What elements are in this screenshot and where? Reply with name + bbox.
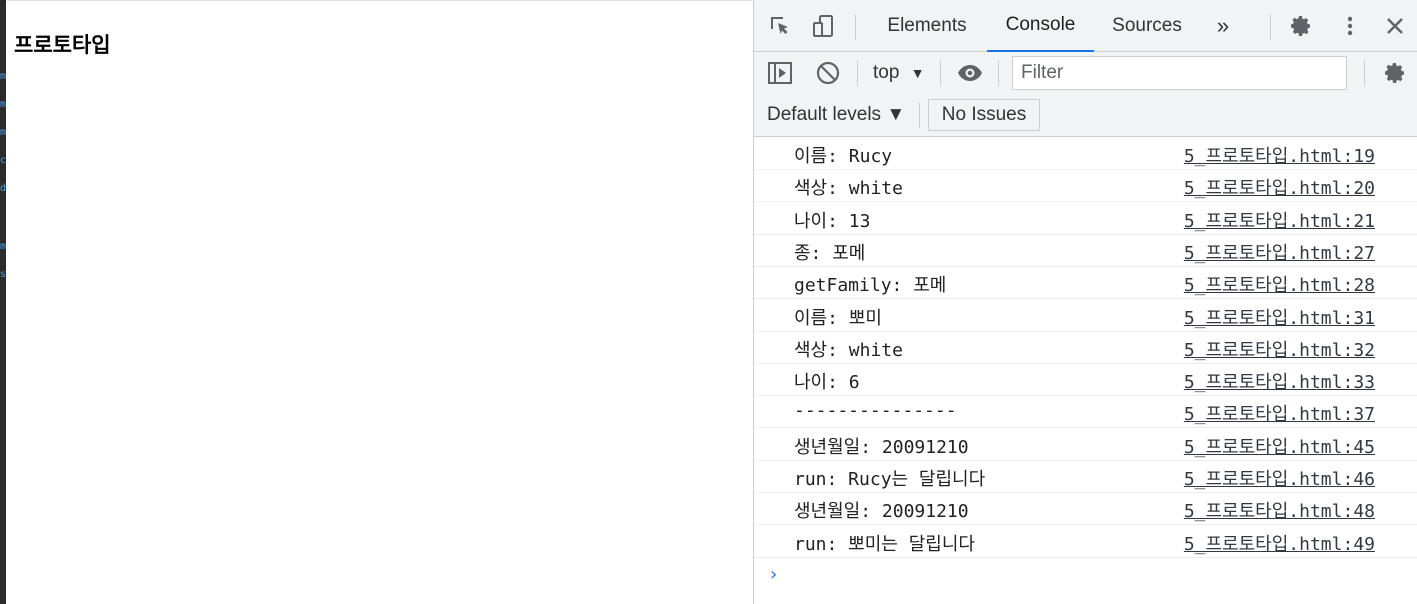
toolbar-separator <box>1270 14 1271 40</box>
page-viewport: 프로토타입 <box>6 0 753 604</box>
settings-gear-icon[interactable] <box>1287 12 1315 40</box>
editor-sliver-glyph: s <box>0 269 6 280</box>
console-message-row: 이름: 뽀미 5_프로토타입.html:31 <box>754 300 1417 332</box>
console-message-row: run: Rucy는 달립니다 5_프로토타입.html:46 <box>754 461 1417 493</box>
console-message-text: 색상: white <box>794 339 903 361</box>
console-message-row: run: 뽀미는 달립니다 5_프로토타입.html:49 <box>754 526 1417 558</box>
console-message-text: run: Rucy는 달립니다 <box>794 469 986 490</box>
console-message-row: 생년월일: 20091210 5_프로토타입.html:45 <box>754 429 1417 461</box>
console-message-text: 종: 포메 <box>794 242 866 264</box>
console-message-text: 나이: 13 <box>794 210 871 232</box>
console-prompt-icon[interactable]: › <box>768 564 779 585</box>
editor-sliver-glyph: m <box>0 127 6 138</box>
page-heading: 프로토타입 <box>14 33 111 57</box>
console-message-row: 색상: white 5_프로토타입.html:20 <box>754 170 1417 203</box>
device-toolbar-icon[interactable] <box>810 12 838 40</box>
more-options-icon[interactable] <box>1336 12 1364 40</box>
console-source-link[interactable]: 5_프로토타입.html:32 <box>1184 336 1375 362</box>
console-message-text: 생년월일: 20091210 <box>794 501 969 523</box>
toolbar-separator <box>998 60 999 86</box>
console-source-link[interactable]: 5_프로토타입.html:27 <box>1184 239 1375 265</box>
console-message-row: --------------- 5_프로토타입.html:37 <box>754 396 1417 429</box>
console-message-text: 생년월일: 20091210 <box>794 436 969 458</box>
live-expression-eye-icon[interactable] <box>956 59 984 87</box>
tab-console[interactable]: Console <box>987 0 1094 52</box>
console-source-link[interactable]: 5_프로토타입.html:28 <box>1184 271 1375 297</box>
console-message-row: 색상: white 5_프로토타입.html:32 <box>754 332 1417 364</box>
clear-console-icon[interactable] <box>814 59 842 87</box>
console-message-row: 생년월일: 20091210 5_프로토타입.html:48 <box>754 493 1417 526</box>
close-icon[interactable] <box>1381 12 1409 40</box>
inspect-element-icon[interactable] <box>766 12 794 40</box>
context-selector[interactable]: top ▼ <box>873 62 925 84</box>
issues-button[interactable]: No Issues <box>928 99 1040 131</box>
console-source-link[interactable]: 5_프로토타입.html:21 <box>1184 207 1375 233</box>
editor-sliver-glyph: m <box>0 99 6 110</box>
toolbar-separator <box>1364 60 1365 86</box>
console-message-text: 이름: Rucy <box>794 146 893 167</box>
default-levels-dropdown[interactable]: Default levels ▼ <box>767 104 905 126</box>
console-source-link[interactable]: 5_프로토타입.html:45 <box>1184 433 1375 459</box>
editor-sliver-glyph: m <box>0 71 6 82</box>
console-source-link[interactable]: 5_프로토타입.html:48 <box>1184 497 1375 523</box>
console-source-link[interactable]: 5_프로토타입.html:49 <box>1184 530 1375 556</box>
filter-input[interactable]: Filter <box>1012 56 1347 90</box>
console-settings-gear-icon[interactable] <box>1381 59 1409 87</box>
tab-elements[interactable]: Elements <box>872 0 982 52</box>
console-source-link[interactable]: 5_프로토타입.html:37 <box>1184 400 1375 426</box>
context-selector-value: top <box>873 62 900 83</box>
console-source-link[interactable]: 5_프로토타입.html:33 <box>1184 368 1375 394</box>
devtools-tabbar: Elements Console Sources » <box>754 0 1417 52</box>
console-source-link[interactable]: 5_프로토타입.html:19 <box>1184 142 1375 168</box>
more-tabs-button[interactable]: » <box>1208 0 1238 52</box>
console-message-text: 이름: 뽀미 <box>794 307 882 329</box>
toolbar-separator <box>857 60 858 86</box>
console-message-text: run: 뽀미는 달립니다 <box>794 533 975 555</box>
editor-sliver-glyph: d <box>0 183 6 194</box>
chevron-down-icon: ▼ <box>910 65 925 81</box>
console-message-text: 나이: 6 <box>794 372 860 394</box>
show-sidebar-icon[interactable] <box>766 59 794 87</box>
console-message-row: 이름: Rucy 5_프로토타입.html:19 <box>754 138 1417 170</box>
console-message-row: getFamily: 포메 5_프로토타입.html:28 <box>754 267 1417 300</box>
console-message-row: 나이: 6 5_프로토타입.html:33 <box>754 364 1417 397</box>
console-levels-bar: Default levels ▼ <box>754 94 1417 137</box>
console-source-link[interactable]: 5_프로토타입.html:20 <box>1184 174 1375 200</box>
console-output: › 이름: Rucy 5_프로토타입.html:19 색상: white 5_프로토타… <box>754 138 1417 604</box>
toolbar-separator <box>919 102 920 128</box>
console-message-text: getFamily: 포메 <box>794 275 947 297</box>
editor-sliver-glyph: m <box>0 241 6 252</box>
console-source-link[interactable]: 5_프로토타입.html:31 <box>1184 304 1375 330</box>
toolbar-separator <box>940 60 941 86</box>
console-message-text: --------------- <box>794 400 957 422</box>
tab-sources[interactable]: Sources <box>1101 0 1193 52</box>
toolbar-separator <box>855 14 856 40</box>
console-source-link[interactable]: 5_프로토타입.html:46 <box>1184 465 1375 491</box>
console-message-row: 종: 포메 5_프로토타입.html:27 <box>754 235 1417 267</box>
console-message-row: 나이: 13 5_프로토타입.html:21 <box>754 203 1417 235</box>
console-message-text: 색상: white <box>794 178 903 200</box>
editor-sliver-glyph: c <box>0 155 6 166</box>
devtools-panel: Elements Console Sources » top ▼ Filter … <box>753 0 1417 604</box>
